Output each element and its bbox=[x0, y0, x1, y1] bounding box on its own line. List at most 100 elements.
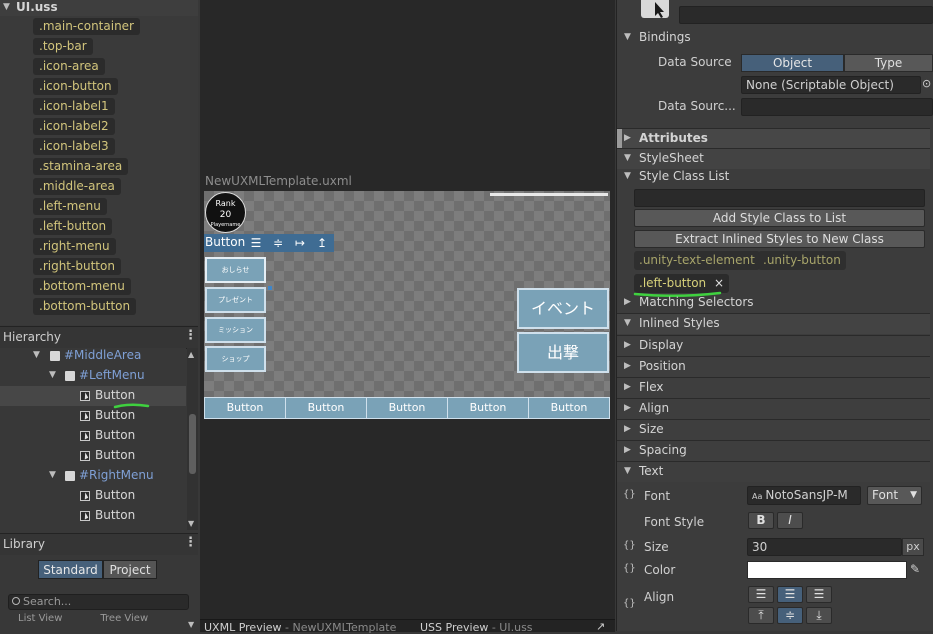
spacing-section[interactable]: ▶ Spacing bbox=[617, 440, 930, 461]
scrollbar-thumb[interactable] bbox=[189, 414, 196, 474]
collapse-triangle-icon[interactable]: ▶ bbox=[624, 382, 631, 392]
left-menu-button-mission[interactable]: ミッション bbox=[205, 317, 266, 343]
remove-class-icon[interactable]: × bbox=[714, 276, 724, 290]
uss-selector-item[interactable]: .icon-label1 bbox=[33, 98, 115, 115]
bold-toggle[interactable]: B bbox=[748, 512, 774, 529]
tree-view-tab[interactable]: Tree View bbox=[100, 613, 148, 624]
align-middle-icon[interactable]: ≑ bbox=[777, 607, 803, 624]
bindings-section[interactable]: ▼ Bindings bbox=[617, 28, 930, 48]
bottom-button[interactable]: Button bbox=[528, 397, 610, 419]
font-type-dropdown[interactable]: Font ▼ bbox=[867, 486, 922, 505]
uss-selector-item[interactable]: .main-container bbox=[33, 18, 140, 35]
uss-selector-item[interactable]: .bottom-menu bbox=[33, 278, 131, 295]
style-class-list-section[interactable]: ▼ Style Class List bbox=[617, 167, 930, 187]
uss-selector-item[interactable]: .left-button bbox=[33, 218, 113, 235]
align-middle-icon[interactable]: ≑ bbox=[271, 236, 285, 250]
display-section[interactable]: ▶ Display bbox=[617, 335, 930, 356]
extract-inlined-styles-button[interactable]: Extract Inlined Styles to New Class bbox=[634, 230, 925, 248]
uxml-preview-tab[interactable]: UXML Preview - NewUXMLTemplate bbox=[204, 621, 396, 634]
collapse-triangle-icon[interactable]: ▶ bbox=[624, 403, 631, 413]
expand-triangle-icon[interactable]: ▼ bbox=[624, 318, 631, 328]
rank-icon-button[interactable]: Rank 20 Playername bbox=[205, 192, 246, 233]
left-menu-button-present[interactable]: プレゼント bbox=[205, 287, 266, 313]
right-menu-button-sortie[interactable]: 出撃 bbox=[517, 332, 609, 373]
collapse-triangle-icon[interactable]: ▶ bbox=[624, 445, 631, 455]
uss-selector-item[interactable]: .right-button bbox=[33, 258, 121, 275]
stylesheet-section[interactable]: ▼ StyleSheet bbox=[617, 148, 930, 169]
text-section[interactable]: ▼ Text bbox=[617, 461, 930, 482]
variable-binding-icon[interactable]: {} bbox=[623, 540, 636, 551]
expand-triangle-icon[interactable]: ▼ bbox=[33, 350, 40, 360]
align-left-icon[interactable]: ☰ bbox=[249, 236, 263, 250]
uss-selector-item[interactable]: .middle-area bbox=[33, 178, 121, 195]
align-bottom-icon[interactable]: ⤓ bbox=[806, 607, 832, 624]
uss-file-header[interactable]: ▼ UI.uss bbox=[0, 0, 198, 16]
tree-item-rightmenu[interactable]: ▼ #RightMenu bbox=[0, 466, 186, 486]
object-picker-icon[interactable]: ⊙ bbox=[922, 77, 931, 90]
uss-selector-item[interactable]: .stamina-area bbox=[33, 158, 129, 175]
align-section[interactable]: ▶ Align bbox=[617, 398, 930, 419]
uss-preview-tab[interactable]: USS Preview - UI.uss bbox=[420, 621, 533, 634]
resize-handle[interactable] bbox=[268, 286, 272, 290]
tree-item-leftmenu[interactable]: ▼ #LeftMenu bbox=[0, 366, 186, 386]
data-source-tab-object[interactable]: Object bbox=[741, 54, 844, 72]
data-source-object-field[interactable]: None (Scriptable Object) bbox=[741, 76, 921, 94]
class-chip-unity-button[interactable]: .unity-button bbox=[758, 251, 846, 270]
library-tab-project[interactable]: Project bbox=[103, 560, 157, 579]
uss-selector-item[interactable]: .icon-label3 bbox=[33, 138, 115, 155]
tree-item-middlearea[interactable]: ▼ #MiddleArea bbox=[0, 348, 186, 366]
uss-selector-item[interactable]: .bottom-button bbox=[33, 298, 137, 315]
collapse-triangle-icon[interactable]: ▶ bbox=[624, 297, 631, 307]
uss-selector-item[interactable]: .left-menu bbox=[33, 198, 107, 215]
right-menu-button-event[interactable]: イベント bbox=[517, 288, 609, 329]
uss-selector-item[interactable]: .icon-button bbox=[33, 78, 118, 95]
style-class-input[interactable] bbox=[634, 189, 925, 207]
tree-item-button-selected[interactable]: Button bbox=[0, 386, 186, 406]
tree-item-button[interactable]: Button bbox=[0, 426, 186, 446]
align-top-icon[interactable]: ⤒ bbox=[748, 607, 774, 624]
variable-binding-icon[interactable]: {} bbox=[623, 598, 636, 609]
bottom-button[interactable]: Button bbox=[204, 397, 286, 419]
collapse-triangle-icon[interactable]: ▶ bbox=[624, 133, 631, 143]
bottom-button[interactable]: Button bbox=[366, 397, 448, 419]
popout-icon[interactable]: ↗ bbox=[596, 620, 605, 633]
inlined-styles-section[interactable]: ▼ Inlined Styles bbox=[617, 313, 930, 334]
data-source-path-field[interactable] bbox=[741, 98, 933, 116]
italic-toggle[interactable]: I bbox=[777, 512, 803, 529]
scroll-up-icon[interactable]: ▲ bbox=[188, 350, 194, 359]
left-menu-button-shop[interactable]: ショップ bbox=[205, 346, 266, 372]
stretch-width-icon[interactable]: ↦ bbox=[293, 236, 307, 250]
attributes-section[interactable]: ▶ Attributes bbox=[617, 128, 930, 149]
library-menu-icon[interactable]: ⋮ bbox=[184, 535, 197, 550]
hierarchy-scrollbar[interactable]: ▲ ▼ bbox=[187, 348, 198, 530]
variable-binding-icon[interactable]: {} bbox=[623, 489, 636, 500]
uss-selector-item[interactable]: .icon-area bbox=[33, 58, 105, 75]
size-section[interactable]: ▶ Size bbox=[617, 419, 930, 440]
library-tab-standard[interactable]: Standard bbox=[38, 560, 103, 579]
data-source-tab-type[interactable]: Type bbox=[844, 54, 933, 72]
expand-triangle-icon[interactable]: ▼ bbox=[49, 470, 56, 480]
class-chip-unity-text-element[interactable]: .unity-text-element bbox=[634, 251, 760, 270]
stretch-height-icon[interactable]: ↥ bbox=[315, 236, 329, 250]
tree-item-button[interactable]: Button bbox=[0, 406, 186, 426]
variable-binding-icon[interactable]: {} bbox=[623, 563, 636, 574]
collapse-triangle-icon[interactable]: ▶ bbox=[624, 340, 631, 350]
uss-selector-item[interactable]: .icon-label2 bbox=[33, 118, 115, 135]
flex-section[interactable]: ▶ Flex bbox=[617, 377, 930, 398]
left-menu-button-notice[interactable]: おしらせ bbox=[205, 257, 266, 283]
bottom-button[interactable]: Button bbox=[447, 397, 529, 419]
position-section[interactable]: ▶ Position bbox=[617, 356, 930, 377]
add-style-class-button[interactable]: Add Style Class to List bbox=[634, 209, 925, 227]
align-left-icon[interactable]: ☰ bbox=[748, 586, 774, 603]
tree-item-button[interactable]: Button bbox=[0, 446, 186, 466]
expand-triangle-icon[interactable]: ▼ bbox=[624, 153, 631, 163]
collapse-triangle-icon[interactable]: ▶ bbox=[624, 361, 631, 371]
tree-item-button[interactable]: Button bbox=[0, 486, 186, 506]
expand-triangle-icon[interactable]: ▼ bbox=[49, 370, 56, 380]
scroll-down-icon[interactable]: ▼ bbox=[188, 519, 194, 528]
scroll-down-icon[interactable]: ▼ bbox=[188, 620, 194, 629]
font-size-field[interactable]: 30 bbox=[747, 538, 902, 556]
collapse-triangle-icon[interactable]: ▼ bbox=[3, 2, 10, 12]
size-unit-dropdown[interactable]: px bbox=[902, 538, 924, 556]
align-right-icon[interactable]: ☰ bbox=[806, 586, 832, 603]
